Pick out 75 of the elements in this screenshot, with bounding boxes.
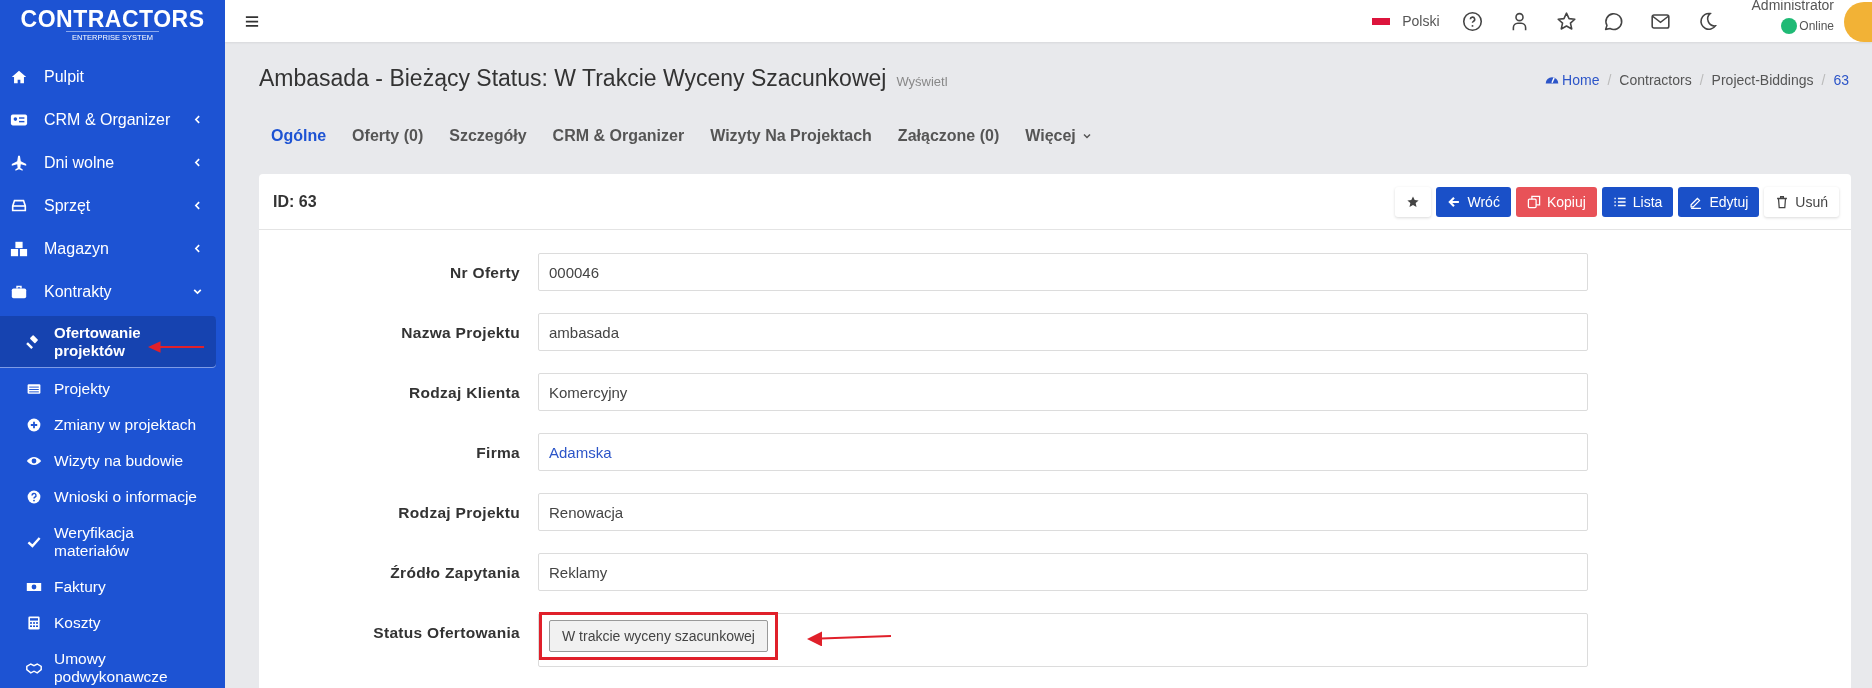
copy-icon (1526, 194, 1541, 209)
tab[interactable]: Wizyty Na Projektach (710, 127, 872, 145)
action-button[interactable]: Edytuj (1678, 186, 1760, 217)
calc-icon (26, 615, 42, 631)
back-icon (1447, 194, 1462, 209)
card-title: ID: 63 (273, 192, 317, 211)
tab[interactable]: Oferty (0) (352, 127, 424, 145)
sidebar-item[interactable]: CRM & Organizer (0, 98, 225, 141)
sidebar-item[interactable]: Pulpit (0, 55, 225, 98)
menu-icon[interactable] (245, 14, 259, 28)
status-button[interactable]: W trakcie wyceny szacunkowej (549, 620, 768, 652)
trash-icon (1775, 194, 1790, 209)
list-icon (26, 381, 42, 397)
field-value: Renowacja (538, 493, 1588, 531)
online-dot (1781, 18, 1798, 34)
breadcrumb-separator: / (1821, 72, 1826, 88)
user-name: Administrator (1751, 0, 1834, 12)
sidebar-subitem[interactable]: Zmiany w projektach (0, 407, 225, 443)
tab[interactable]: CRM & Organizer (552, 127, 685, 145)
user-status: Online (1799, 19, 1834, 33)
annotation-arrow (148, 341, 206, 353)
action-button[interactable]: Kopiuj (1515, 186, 1597, 217)
field-label: Rodzaj Klienta (408, 383, 521, 402)
star-icon[interactable] (1555, 10, 1577, 32)
field-value: Komercyjny (538, 373, 1588, 411)
sidebar-item[interactable]: Kontrakty (0, 270, 225, 313)
field-label: Nr Oferty (449, 263, 521, 282)
sidebar-subitem[interactable]: Faktury (0, 569, 225, 605)
field-label: Źródło Zapytania (389, 563, 521, 582)
language-selector[interactable]: Polski (1402, 13, 1440, 29)
field-label: Firma (475, 443, 521, 462)
favorite-button[interactable] (1395, 186, 1432, 217)
action-button[interactable]: Lista (1601, 186, 1674, 217)
sidebar-item[interactable]: Sprzęt (0, 184, 225, 227)
star-icon (1406, 194, 1421, 209)
field-value: Reklamy (538, 553, 1588, 591)
flag-icon (1372, 17, 1391, 25)
company-link[interactable]: Adamska (549, 443, 612, 461)
sidebar-subitem[interactable]: Wnioski o informacje (0, 479, 225, 515)
breadcrumb-item[interactable]: Home (1562, 72, 1600, 88)
field-value: 000046 (538, 253, 1588, 291)
field-label: Rodzaj Projektu (397, 503, 521, 522)
page-title: Ambasada - Bieżący Status: W Trakcie Wyceny Szacunkowej (259, 65, 887, 92)
sidebar-item[interactable]: Dni wolne (0, 141, 225, 184)
plane-icon (10, 153, 28, 172)
sidebar-subitem[interactable]: Ofertowanie projektów (0, 316, 216, 367)
sidebar-subitem[interactable]: Koszty (0, 605, 225, 641)
field-label: Nazwa Projektu (400, 323, 521, 342)
caret-icon (1081, 131, 1092, 141)
sidebar-subitem[interactable]: Umowy podwykonawcze (0, 641, 225, 688)
sidebar-subitem[interactable]: Wizyty na budowie (0, 443, 225, 479)
action-button[interactable]: Usuń (1764, 186, 1839, 217)
chat-icon[interactable] (1602, 10, 1624, 32)
tab[interactable]: Szczegóły (449, 127, 527, 145)
help-icon[interactable] (1461, 10, 1483, 32)
sidebar-subitem[interactable]: Projekty (0, 371, 225, 407)
page-subtitle: Wyświetl (896, 74, 948, 89)
tab[interactable]: Załączone (0) (897, 127, 1000, 145)
plus-icon (26, 417, 42, 433)
tab[interactable]: Ogólne (271, 127, 327, 145)
check-icon (26, 534, 42, 550)
field-label: Status Ofertowania (372, 623, 521, 642)
breadcrumb-item: 63 (1833, 72, 1849, 88)
breadcrumb-item: Project-Biddings (1711, 72, 1814, 88)
boxes-icon (10, 239, 28, 258)
breadcrumb-separator: / (1699, 72, 1704, 88)
breadcrumb-item: Contractors (1619, 72, 1692, 88)
question-icon (26, 489, 42, 505)
sidebar-item[interactable]: Magazyn (0, 227, 225, 270)
breadcrumb-separator: / (1607, 72, 1612, 88)
logo-title: CONTRACTORS (20, 8, 205, 31)
action-button[interactable]: Wróć (1436, 186, 1511, 217)
field-value: ambasada (538, 313, 1588, 351)
sidebar-subitem[interactable]: Weryfikacja materiałów (0, 515, 225, 569)
tab[interactable]: Więcej (1025, 127, 1092, 145)
